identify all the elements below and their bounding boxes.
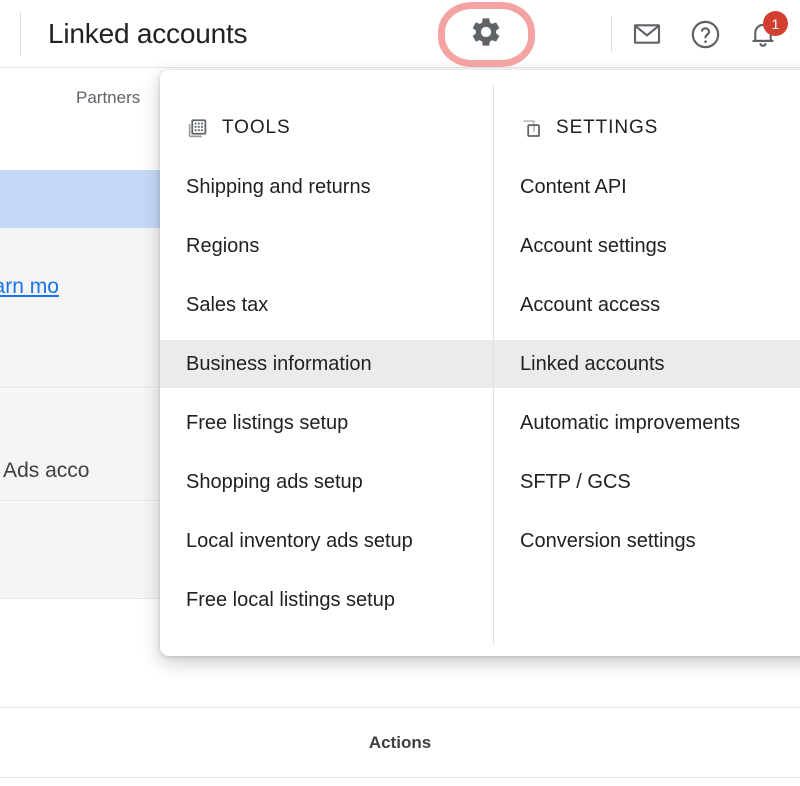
menu-items-tools: Shipping and returns Regions Sales tax B… <box>160 163 493 624</box>
tab-partners-label: Partners <box>76 88 141 107</box>
menu-column-settings: SETTINGS Content API Account settings Ac… <box>494 70 800 656</box>
notifications-button[interactable]: 1 <box>734 5 792 63</box>
menu-item-label: Business information <box>186 352 372 375</box>
app-bar: Linked accounts 1 <box>0 0 800 68</box>
menu-item-label: Shipping and returns <box>186 175 371 198</box>
menu-item-account-access[interactable]: Account access <box>494 281 800 329</box>
menu-item-label: Free listings setup <box>186 411 349 434</box>
menu-item-conversion-settings[interactable]: Conversion settings <box>494 517 800 565</box>
tab-partners[interactable]: Partners <box>76 68 140 128</box>
menu-item-business-information[interactable]: Business information <box>160 340 493 388</box>
menu-item-label: SFTP / GCS <box>520 470 631 493</box>
menu-item-account-settings[interactable]: Account settings <box>494 222 800 270</box>
settings-button[interactable] <box>455 5 517 63</box>
menu-item-label: Automatic improvements <box>520 411 741 434</box>
menu-item-label: Conversion settings <box>520 529 696 552</box>
menu-heading-settings-label: SETTINGS <box>556 117 659 138</box>
menu-item-regions[interactable]: Regions <box>160 222 493 270</box>
actions-row: Actions <box>0 708 800 778</box>
menu-item-label: Local inventory ads setup <box>186 529 413 552</box>
menu-item-label: Account settings <box>520 234 667 257</box>
menu-item-label: Shopping ads setup <box>186 470 363 493</box>
app-bar-actions-divider <box>611 16 612 52</box>
google-ads-account-text: oogle Ads acco <box>0 459 90 482</box>
menu-item-free-local-listings-setup[interactable]: Free local listings setup <box>160 576 493 624</box>
menu-heading-tools-label: TOOLS <box>222 117 291 138</box>
settings-dropdown-menu: TOOLS Shipping and returns Regions Sales… <box>160 70 800 656</box>
menu-item-label: Content API <box>520 175 627 198</box>
menu-item-sales-tax[interactable]: Sales tax <box>160 281 493 329</box>
menu-item-label: Sales tax <box>186 293 269 316</box>
menu-item-label: Linked accounts <box>520 352 665 375</box>
menu-item-label: Regions <box>186 234 260 257</box>
menu-item-label: Free local listings setup <box>186 588 395 611</box>
menu-item-shopping-ads-setup[interactable]: Shopping ads setup <box>160 458 493 506</box>
menu-item-free-listings-setup[interactable]: Free listings setup <box>160 399 493 447</box>
menu-item-local-inventory-ads-setup[interactable]: Local inventory ads setup <box>160 517 493 565</box>
menu-item-linked-accounts[interactable]: Linked accounts <box>494 340 800 388</box>
app-bar-actions: 1 <box>609 0 792 68</box>
menu-item-automatic-improvements[interactable]: Automatic improvements <box>494 399 800 447</box>
app-bar-left-divider <box>20 12 21 56</box>
learn-more-link[interactable]: Learn mo <box>0 275 59 298</box>
actions-column-header: Actions <box>368 732 432 752</box>
layers-copy-icon <box>520 117 542 139</box>
gear-icon <box>469 15 503 54</box>
menu-item-label: Account access <box>520 293 661 316</box>
menu-item-sftp-gcs[interactable]: SFTP / GCS <box>494 458 800 506</box>
mail-icon <box>631 18 663 50</box>
menu-items-settings: Content API Account settings Account acc… <box>494 163 800 565</box>
notification-badge: 1 <box>763 11 788 36</box>
mail-button[interactable] <box>618 5 676 63</box>
notice-text: ucts. Learn mo <box>0 275 59 299</box>
menu-column-tools: TOOLS Shipping and returns Regions Sales… <box>160 70 493 656</box>
help-circle-icon <box>689 18 722 51</box>
menu-heading-tools: TOOLS <box>160 105 493 151</box>
grid-calculator-icon <box>186 117 208 139</box>
page-title: Linked accounts <box>48 18 248 49</box>
menu-heading-settings: SETTINGS <box>494 105 800 151</box>
menu-item-shipping-and-returns[interactable]: Shipping and returns <box>160 163 493 211</box>
menu-item-content-api[interactable]: Content API <box>494 163 800 211</box>
help-button[interactable] <box>676 5 734 63</box>
